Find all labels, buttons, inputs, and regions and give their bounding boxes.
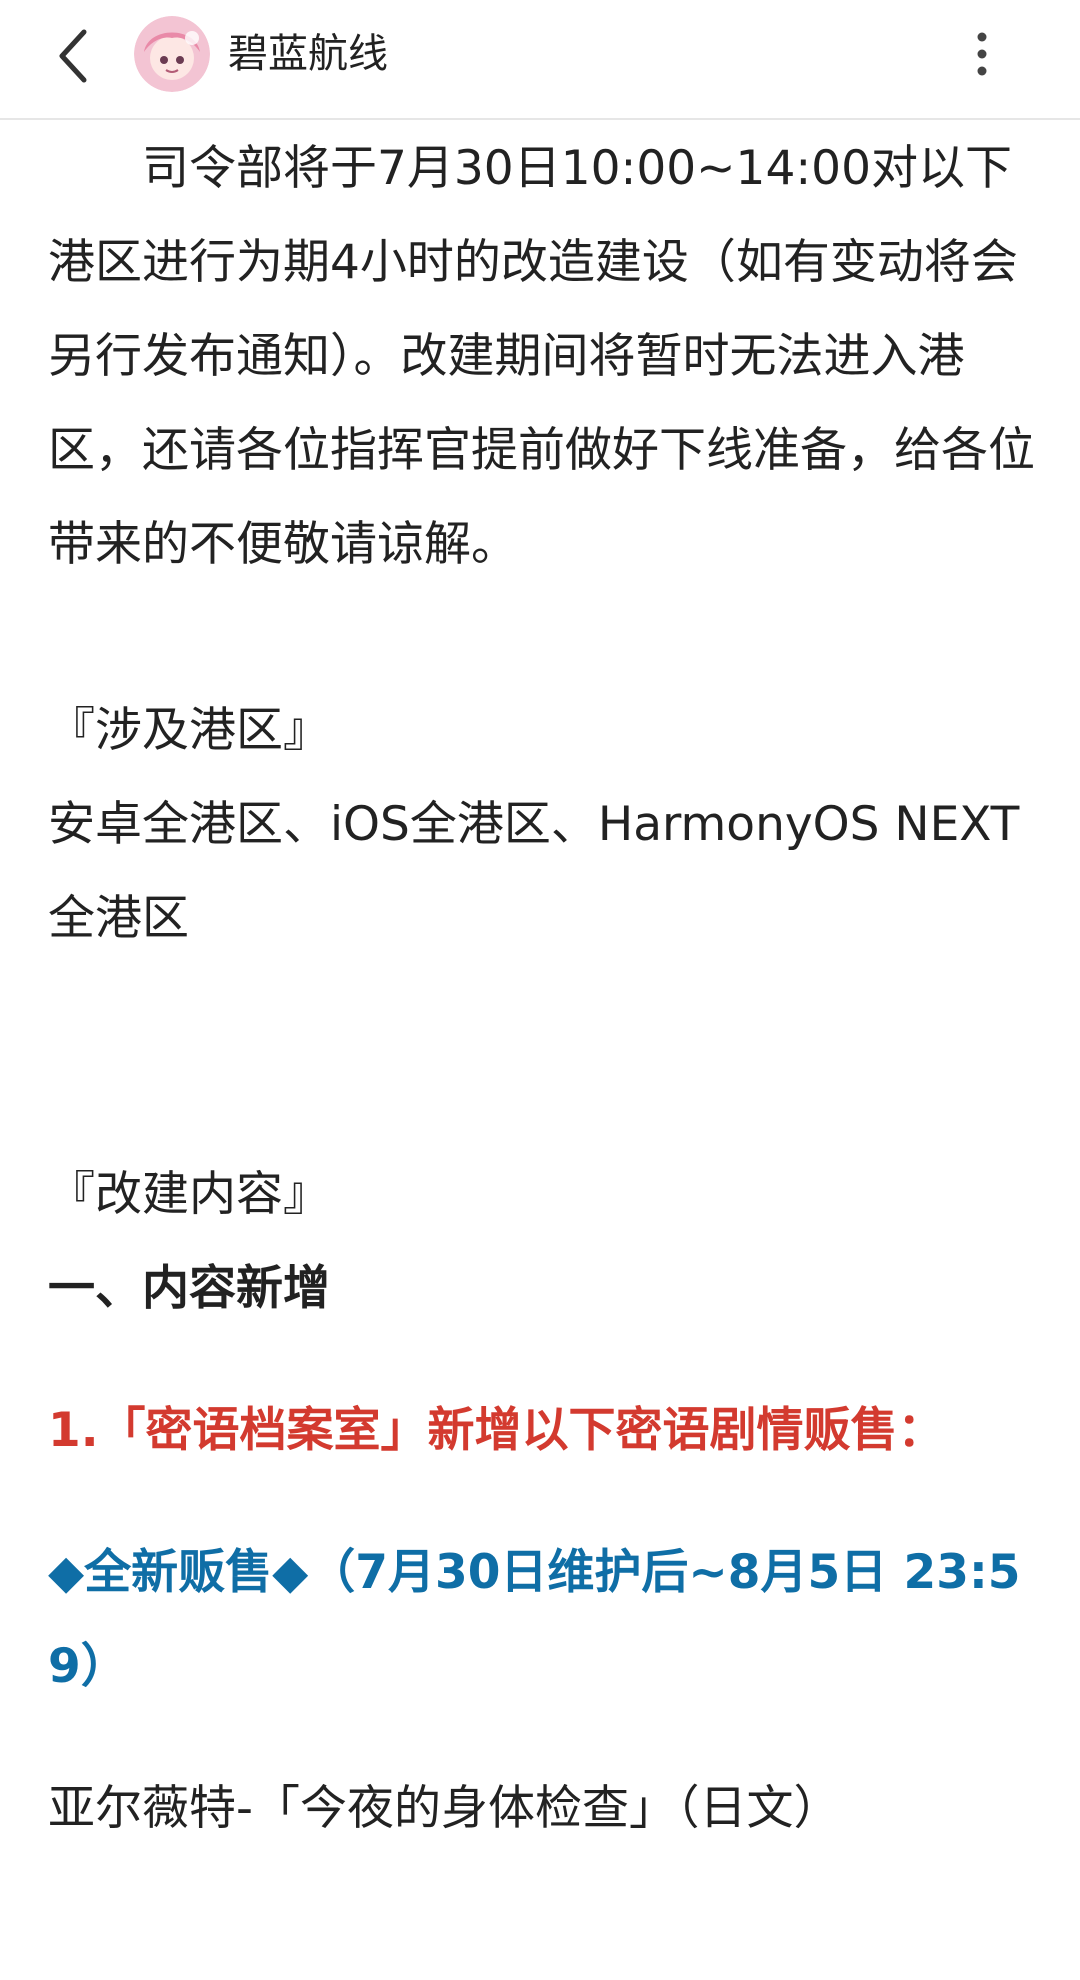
item-archive-sale: 1.「密语档案室」新增以下密语剧情贩售： [48,1403,945,1458]
section-title-changes: 『改建内容』 [48,1167,330,1222]
chevron-left-icon [59,29,87,83]
avatar[interactable] [134,16,210,92]
top-app-bar: 碧蓝航线 [0,0,1080,120]
section-title-harbors: 『涉及港区』 [48,703,330,758]
story-entry: 亚尔薇特-「今夜的身体检查」（日文） [48,1781,841,1836]
back-button[interactable] [44,26,104,86]
sale-period: ◆全新贩售◆（7月30日维护后~8月5日 23:59） [48,1545,1021,1694]
harbors-list: 安卓全港区、iOS全港区、HarmonyOS NEXT全港区 [48,797,1020,946]
more-vertical-icon [977,32,987,76]
article-body: 司令部将于7月30日10:00~14:00对以下港区进行为期4小时的改造建设（如… [48,122,1038,1856]
app-title: 碧蓝航线 [228,31,388,77]
intro-paragraph: 司令部将于7月30日10:00~14:00对以下港区进行为期4小时的改造建设（如… [48,141,1035,572]
more-options-button[interactable] [952,22,1012,86]
heading-new-content: 一、内容新增 [48,1261,330,1316]
